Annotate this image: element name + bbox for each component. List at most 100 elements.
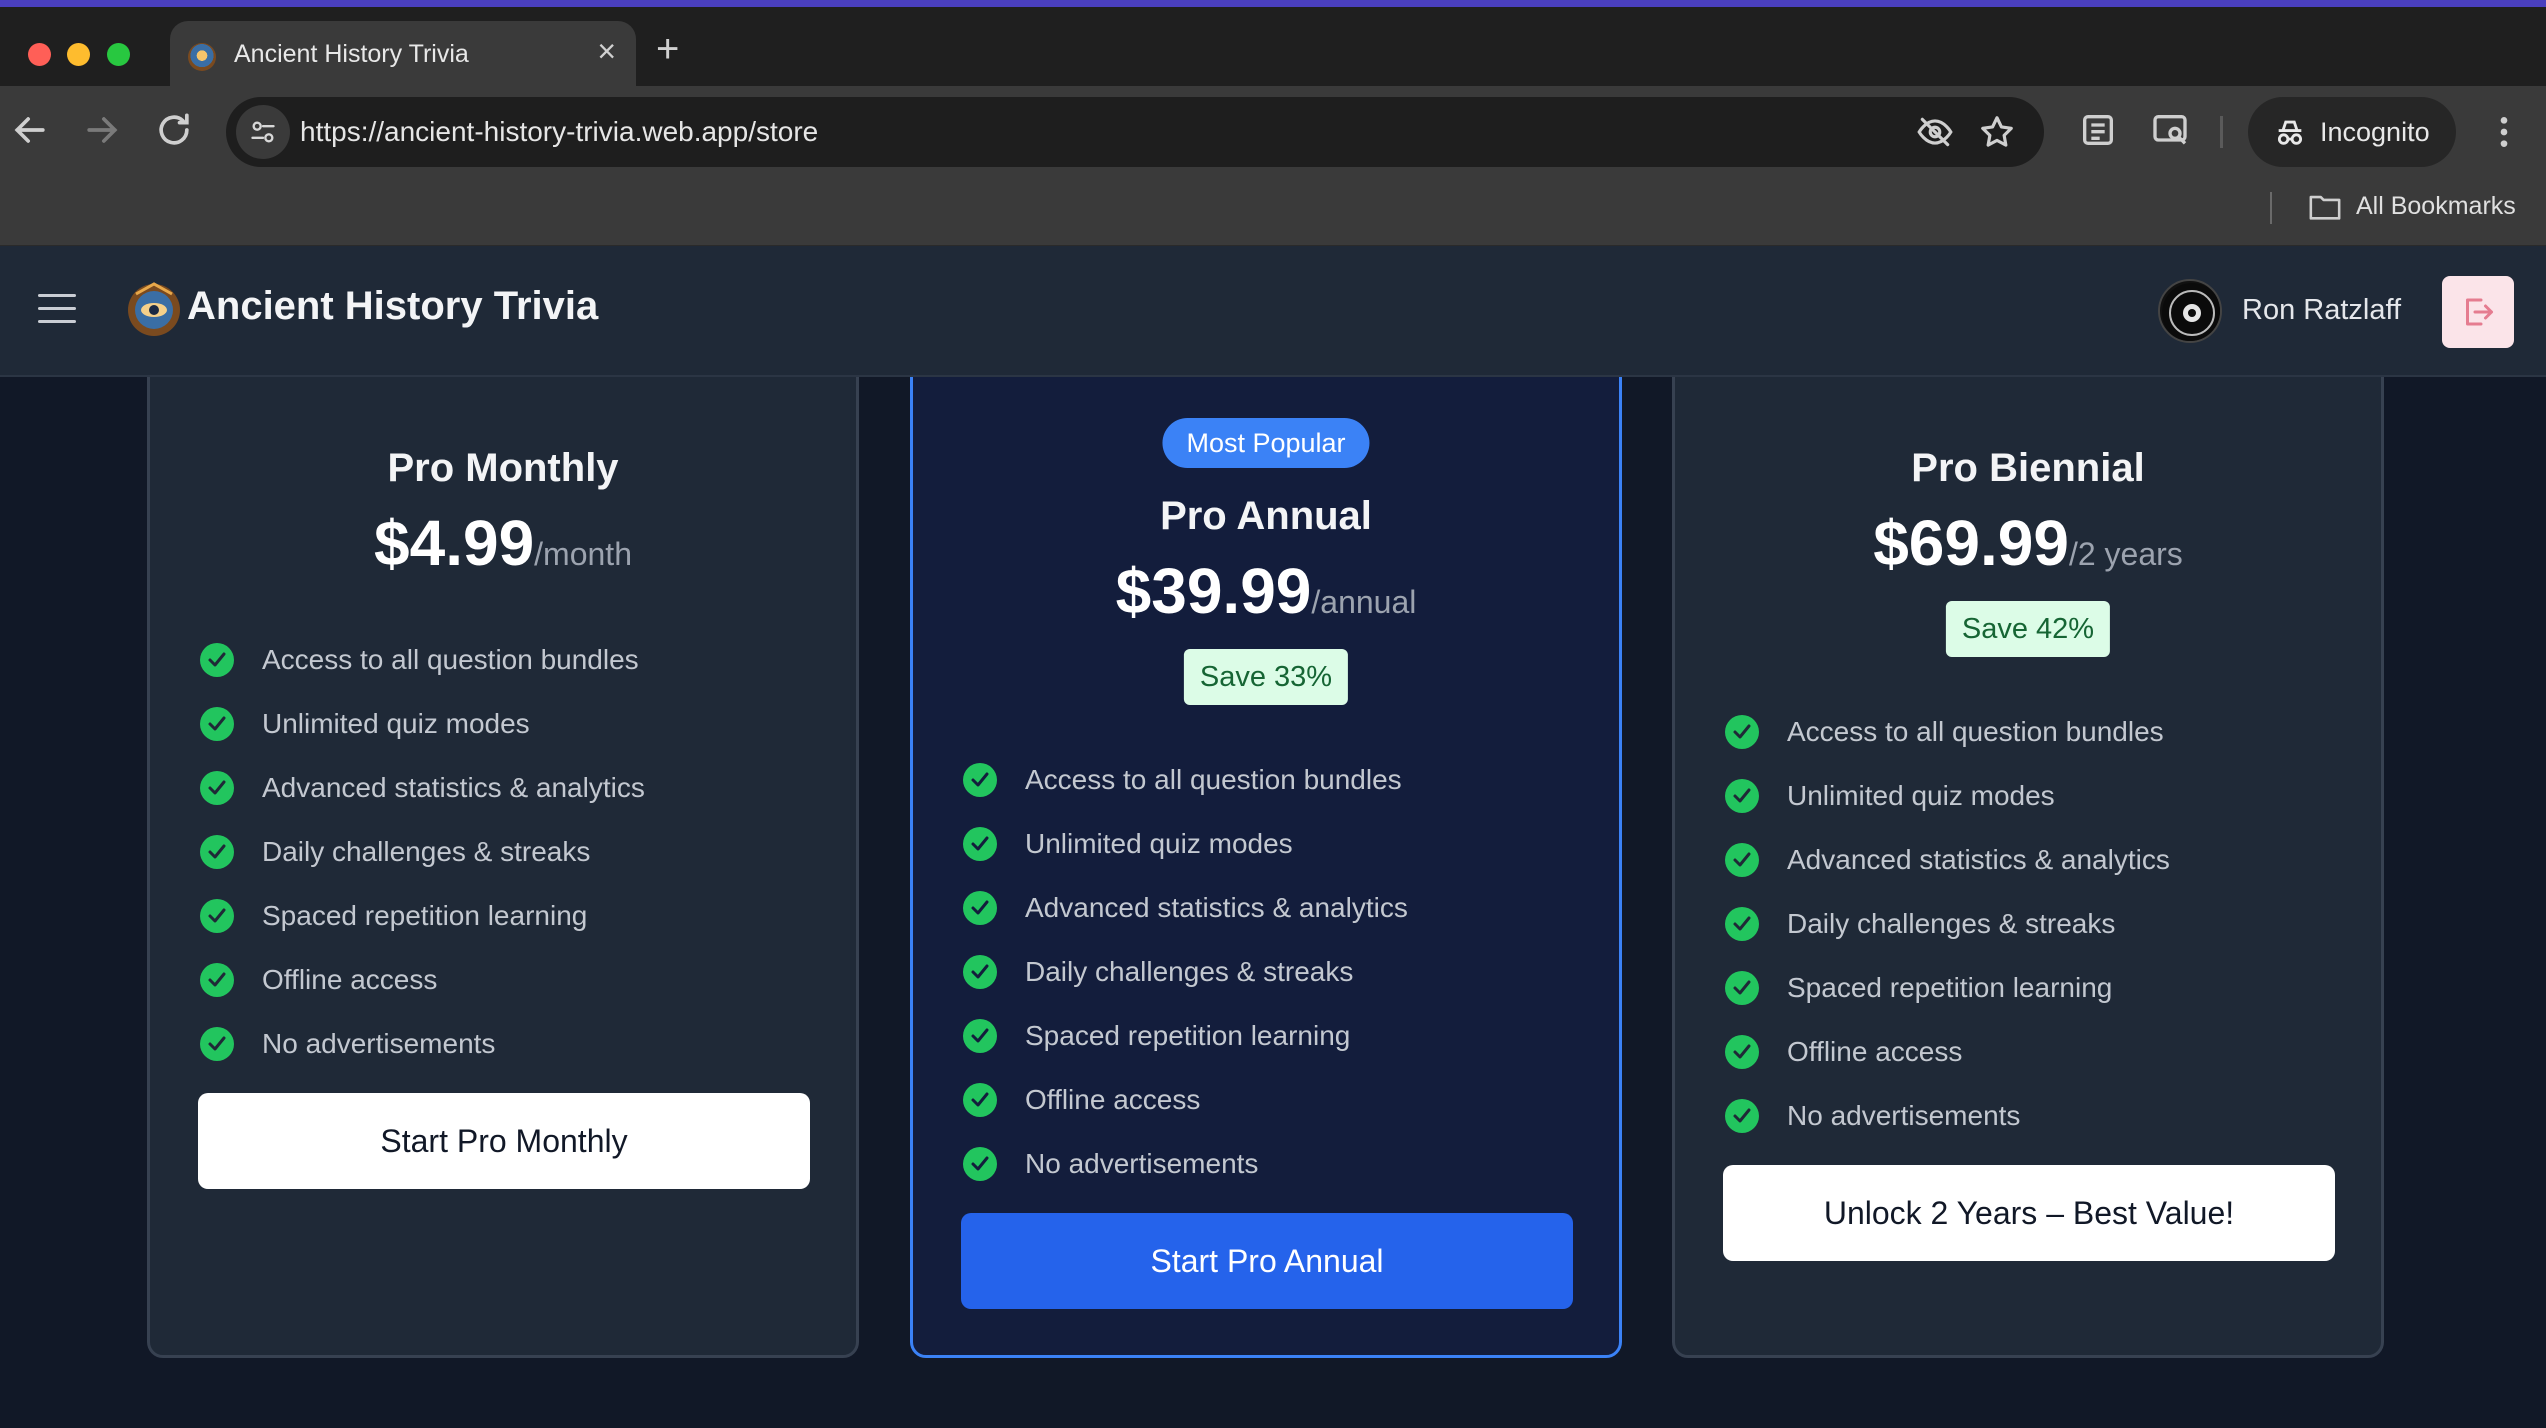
reading-list-icon[interactable] <box>2078 110 2118 150</box>
feature-item: Access to all question bundles <box>200 628 645 692</box>
check-circle-icon <box>200 835 234 869</box>
feature-label: Offline access <box>262 964 438 995</box>
feature-label: Offline access <box>1025 1084 1201 1115</box>
check-circle-icon <box>1725 971 1759 1005</box>
unlock-2-years-button[interactable]: Unlock 2 Years – Best Value! <box>1723 1165 2335 1261</box>
feature-list: Access to all question bundles Unlimited… <box>963 748 1408 1196</box>
close-window-button[interactable] <box>28 43 51 66</box>
browser-toolbar: https://ancient-history-trivia.web.app/s… <box>0 86 2546 178</box>
feature-item: Unlimited quiz modes <box>963 812 1408 876</box>
save-badge: Save 42% <box>1945 601 2111 657</box>
feature-item: Access to all question bundles <box>963 748 1408 812</box>
feature-label: Unlimited quiz modes <box>1787 780 2055 811</box>
check-circle-icon <box>1725 715 1759 749</box>
feature-label: Daily challenges & streaks <box>262 836 591 867</box>
check-circle-icon <box>963 827 997 861</box>
reload-icon[interactable] <box>152 108 196 152</box>
feature-item: Spaced repetition learning <box>200 884 645 948</box>
feature-item: Advanced statistics & analytics <box>1725 828 2170 892</box>
feature-item: Daily challenges & streaks <box>200 820 645 884</box>
back-icon[interactable] <box>8 108 52 152</box>
feature-label: Spaced repetition learning <box>1787 972 2113 1003</box>
feature-item: No advertisements <box>1725 1084 2170 1148</box>
plan-price: $4.99 <box>374 507 535 579</box>
hamburger-icon[interactable] <box>38 294 76 324</box>
check-circle-icon <box>963 763 997 797</box>
price-row: $69.99/2 years <box>1675 506 2381 580</box>
feature-label: Unlimited quiz modes <box>1025 828 1293 859</box>
feature-label: Offline access <box>1787 1036 1963 1067</box>
feature-label: Advanced statistics & analytics <box>262 772 645 803</box>
user-name[interactable]: Ron Ratzlaff <box>2242 294 2401 327</box>
app-title[interactable]: Ancient History Trivia <box>187 284 598 329</box>
check-circle-icon <box>1725 843 1759 877</box>
feature-label: No advertisements <box>1025 1148 1259 1179</box>
feature-item: No advertisements <box>963 1132 1408 1196</box>
feature-item: Unlimited quiz modes <box>200 692 645 756</box>
folder-icon[interactable] <box>2308 192 2342 222</box>
feature-item: Offline access <box>1725 1020 2170 1084</box>
check-circle-icon <box>963 891 997 925</box>
url-text[interactable]: https://ancient-history-trivia.web.app/s… <box>300 116 818 148</box>
address-bar[interactable]: https://ancient-history-trivia.web.app/s… <box>226 97 2044 167</box>
site-info-icon[interactable] <box>236 105 290 159</box>
save-badge: Save 33% <box>1183 649 1349 705</box>
feature-label: Advanced statistics & analytics <box>1025 892 1408 923</box>
plan-price: $39.99 <box>1115 555 1312 627</box>
check-circle-icon <box>200 899 234 933</box>
window-top-border <box>0 0 2546 7</box>
feature-label: No advertisements <box>262 1028 496 1059</box>
plan-period: /annual <box>1311 584 1417 620</box>
check-circle-icon <box>1725 779 1759 813</box>
start-pro-monthly-button[interactable]: Start Pro Monthly <box>198 1093 810 1189</box>
feature-label: Access to all question bundles <box>1787 716 2164 747</box>
feature-item: No advertisements <box>200 1012 645 1076</box>
check-circle-icon <box>963 955 997 989</box>
more-options-icon[interactable] <box>2484 110 2524 154</box>
search-tab-icon[interactable] <box>2150 110 2190 150</box>
app-header: Ancient History Trivia Ron Ratzlaff <box>0 246 2546 377</box>
avatar[interactable] <box>2158 279 2222 343</box>
feature-item: Spaced repetition learning <box>963 1004 1408 1068</box>
star-icon[interactable] <box>1978 113 2016 151</box>
minimize-window-button[interactable] <box>67 43 90 66</box>
check-circle-icon <box>963 1147 997 1181</box>
logout-icon <box>2466 298 2493 326</box>
check-circle-icon <box>1725 1099 1759 1133</box>
plan-name: Pro Monthly <box>387 446 619 490</box>
app-logo[interactable] <box>126 282 182 338</box>
forward-icon[interactable] <box>80 108 124 152</box>
check-circle-icon <box>963 1019 997 1053</box>
profile-label: Incognito <box>2320 117 2430 147</box>
check-circle-icon <box>200 1027 234 1061</box>
toolbar-divider <box>2220 116 2223 148</box>
new-tab-icon[interactable]: + <box>656 29 679 69</box>
feature-item: Unlimited quiz modes <box>1725 764 2170 828</box>
feature-item: Daily challenges & streaks <box>963 940 1408 1004</box>
eye-off-icon[interactable] <box>1916 113 1954 151</box>
plan-card-annual: Most Popular Pro Annual $39.99/annual Sa… <box>910 377 1622 1358</box>
feature-item: Daily challenges & streaks <box>1725 892 2170 956</box>
price-row: $39.99/annual <box>913 554 1619 628</box>
feature-label: Access to all question bundles <box>262 644 639 675</box>
feature-item: Offline access <box>963 1068 1408 1132</box>
tab-strip: Ancient History Trivia × + <box>0 7 2546 93</box>
profile-button[interactable]: Incognito <box>2248 97 2456 167</box>
favicon-icon <box>188 43 216 71</box>
feature-label: Spaced repetition learning <box>262 900 588 931</box>
start-pro-annual-button[interactable]: Start Pro Annual <box>961 1213 1573 1309</box>
feature-item: Advanced statistics & analytics <box>963 876 1408 940</box>
logout-button[interactable] <box>2442 276 2514 348</box>
feature-list: Access to all question bundles Unlimited… <box>200 628 645 1076</box>
plan-name: Pro Annual <box>1160 494 1372 538</box>
zoom-window-button[interactable] <box>107 43 130 66</box>
tab-title: Ancient History Trivia <box>234 40 469 68</box>
browser-tab[interactable]: Ancient History Trivia × <box>170 21 636 93</box>
plan-card-biennial: Pro Biennial $69.99/2 years Save 42% Acc… <box>1672 377 2384 1358</box>
all-bookmarks-link[interactable]: All Bookmarks <box>2356 192 2516 221</box>
feature-item: Spaced repetition learning <box>1725 956 2170 1020</box>
close-tab-icon[interactable]: × <box>597 35 616 67</box>
check-circle-icon <box>963 1083 997 1117</box>
plan-price: $69.99 <box>1873 507 2069 579</box>
check-circle-icon <box>200 643 234 677</box>
